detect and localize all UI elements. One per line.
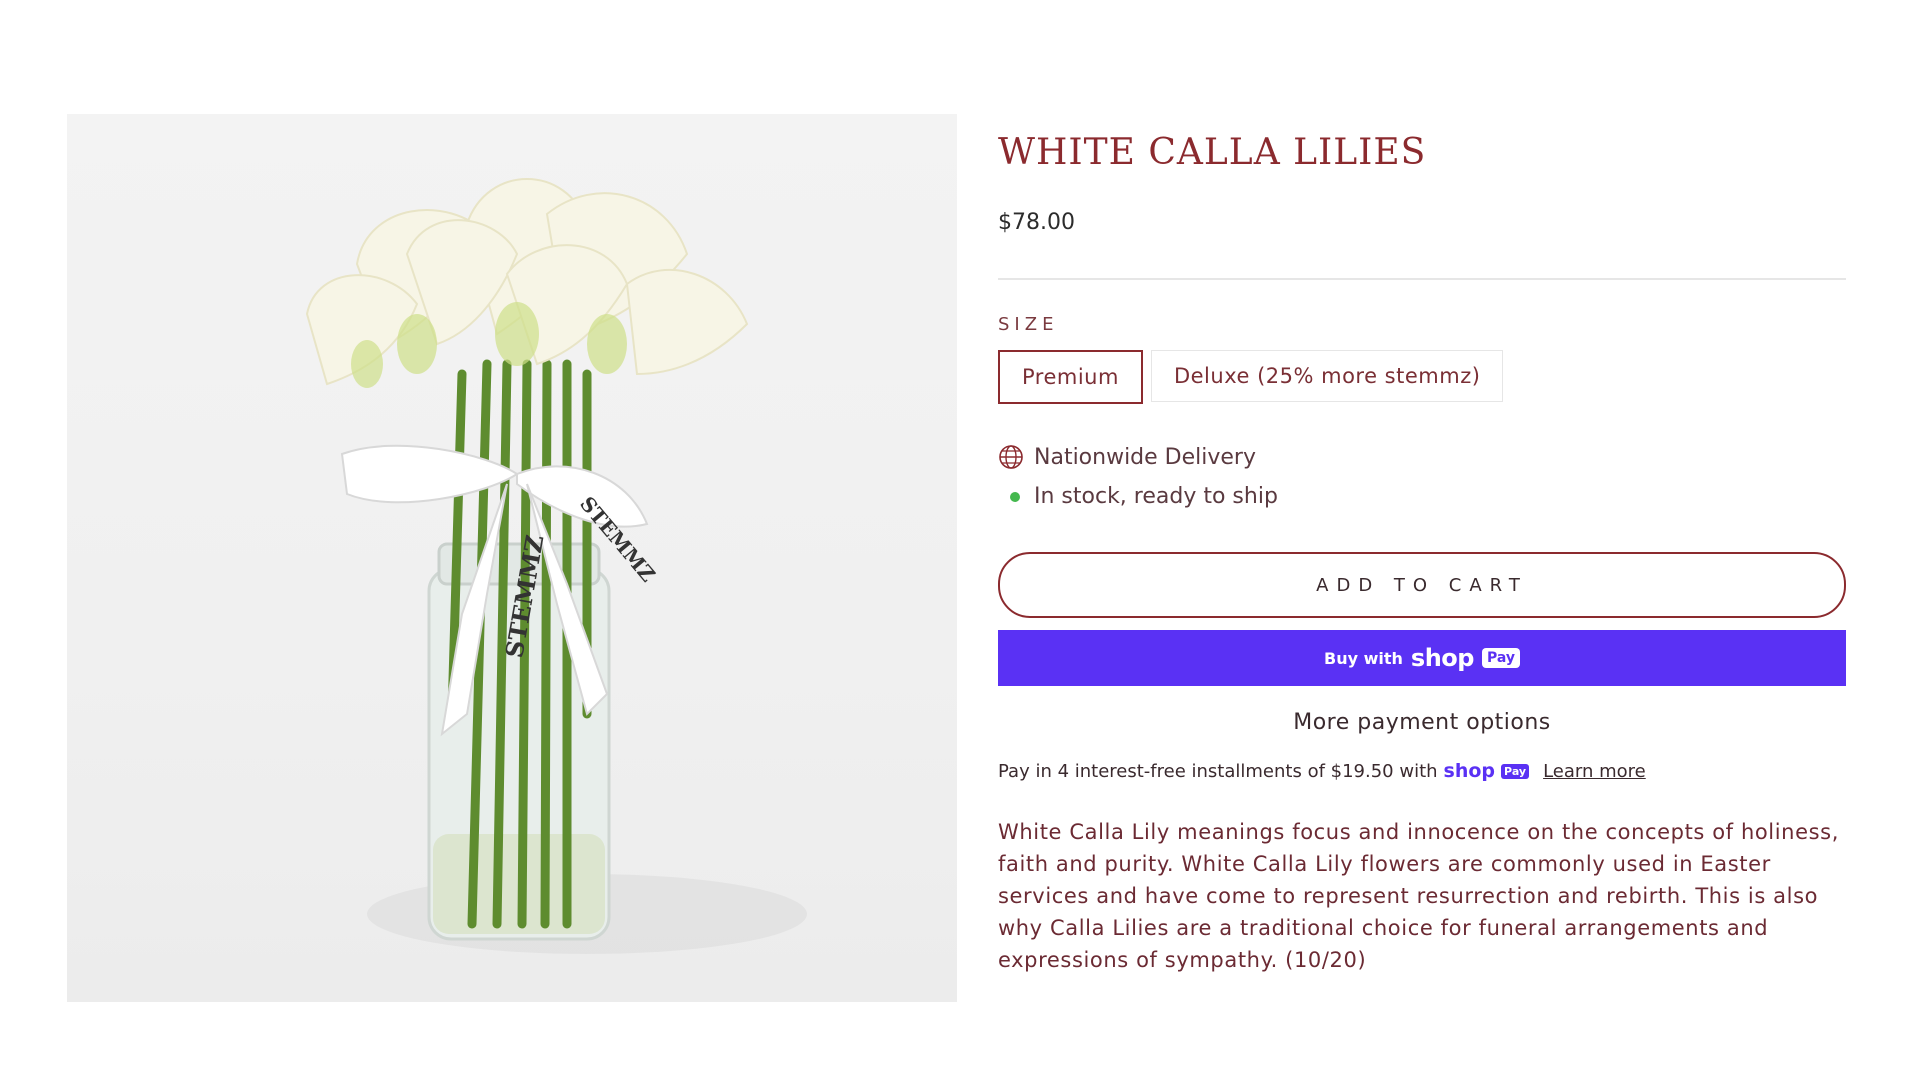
- installments-row: Pay in 4 interest-free installments of $…: [998, 760, 1646, 782]
- calla-lily-bouquet-image: STEMMZ STEMMZ: [305, 178, 807, 954]
- size-option-premium[interactable]: Premium: [998, 350, 1143, 404]
- in-stock-dot-icon: [998, 491, 1034, 502]
- product-image[interactable]: STEMMZ STEMMZ: [67, 114, 957, 1002]
- installments-text: Pay in 4 interest-free installments of $…: [998, 760, 1438, 782]
- size-label: SIZE: [998, 314, 1059, 335]
- delivery-row: Nationwide Delivery: [998, 444, 1256, 470]
- more-payment-options-link[interactable]: More payment options: [998, 710, 1846, 735]
- product-title: WHITE CALLA LILIES: [998, 132, 1427, 173]
- product-description: White Calla Lily meanings focus and inno…: [998, 820, 1839, 972]
- stock-text: In stock, ready to ship: [1034, 484, 1278, 509]
- divider: [998, 278, 1846, 280]
- size-option-deluxe[interactable]: Deluxe (25% more stemmz): [1150, 350, 1504, 402]
- shop-pay-buy-with: Buy with: [1324, 648, 1403, 668]
- globe-icon: [998, 444, 1034, 470]
- learn-more-link[interactable]: Learn more: [1543, 761, 1646, 782]
- add-to-cart-button[interactable]: ADD TO CART: [998, 552, 1846, 618]
- size-options: Premium Deluxe (25% more stemmz): [998, 350, 1504, 404]
- pay-mini-badge-icon: Pay: [1501, 763, 1530, 779]
- product-price: $78.00: [998, 210, 1075, 235]
- shop-logo: shop: [1410, 644, 1475, 672]
- delivery-text: Nationwide Delivery: [1034, 444, 1256, 470]
- shop-pay-button[interactable]: Buy with shop Pay: [998, 630, 1846, 686]
- shop-pay-mini-logo: shop: [1443, 760, 1496, 782]
- pay-badge-icon: Pay: [1481, 648, 1520, 668]
- stock-row: In stock, ready to ship: [998, 484, 1278, 509]
